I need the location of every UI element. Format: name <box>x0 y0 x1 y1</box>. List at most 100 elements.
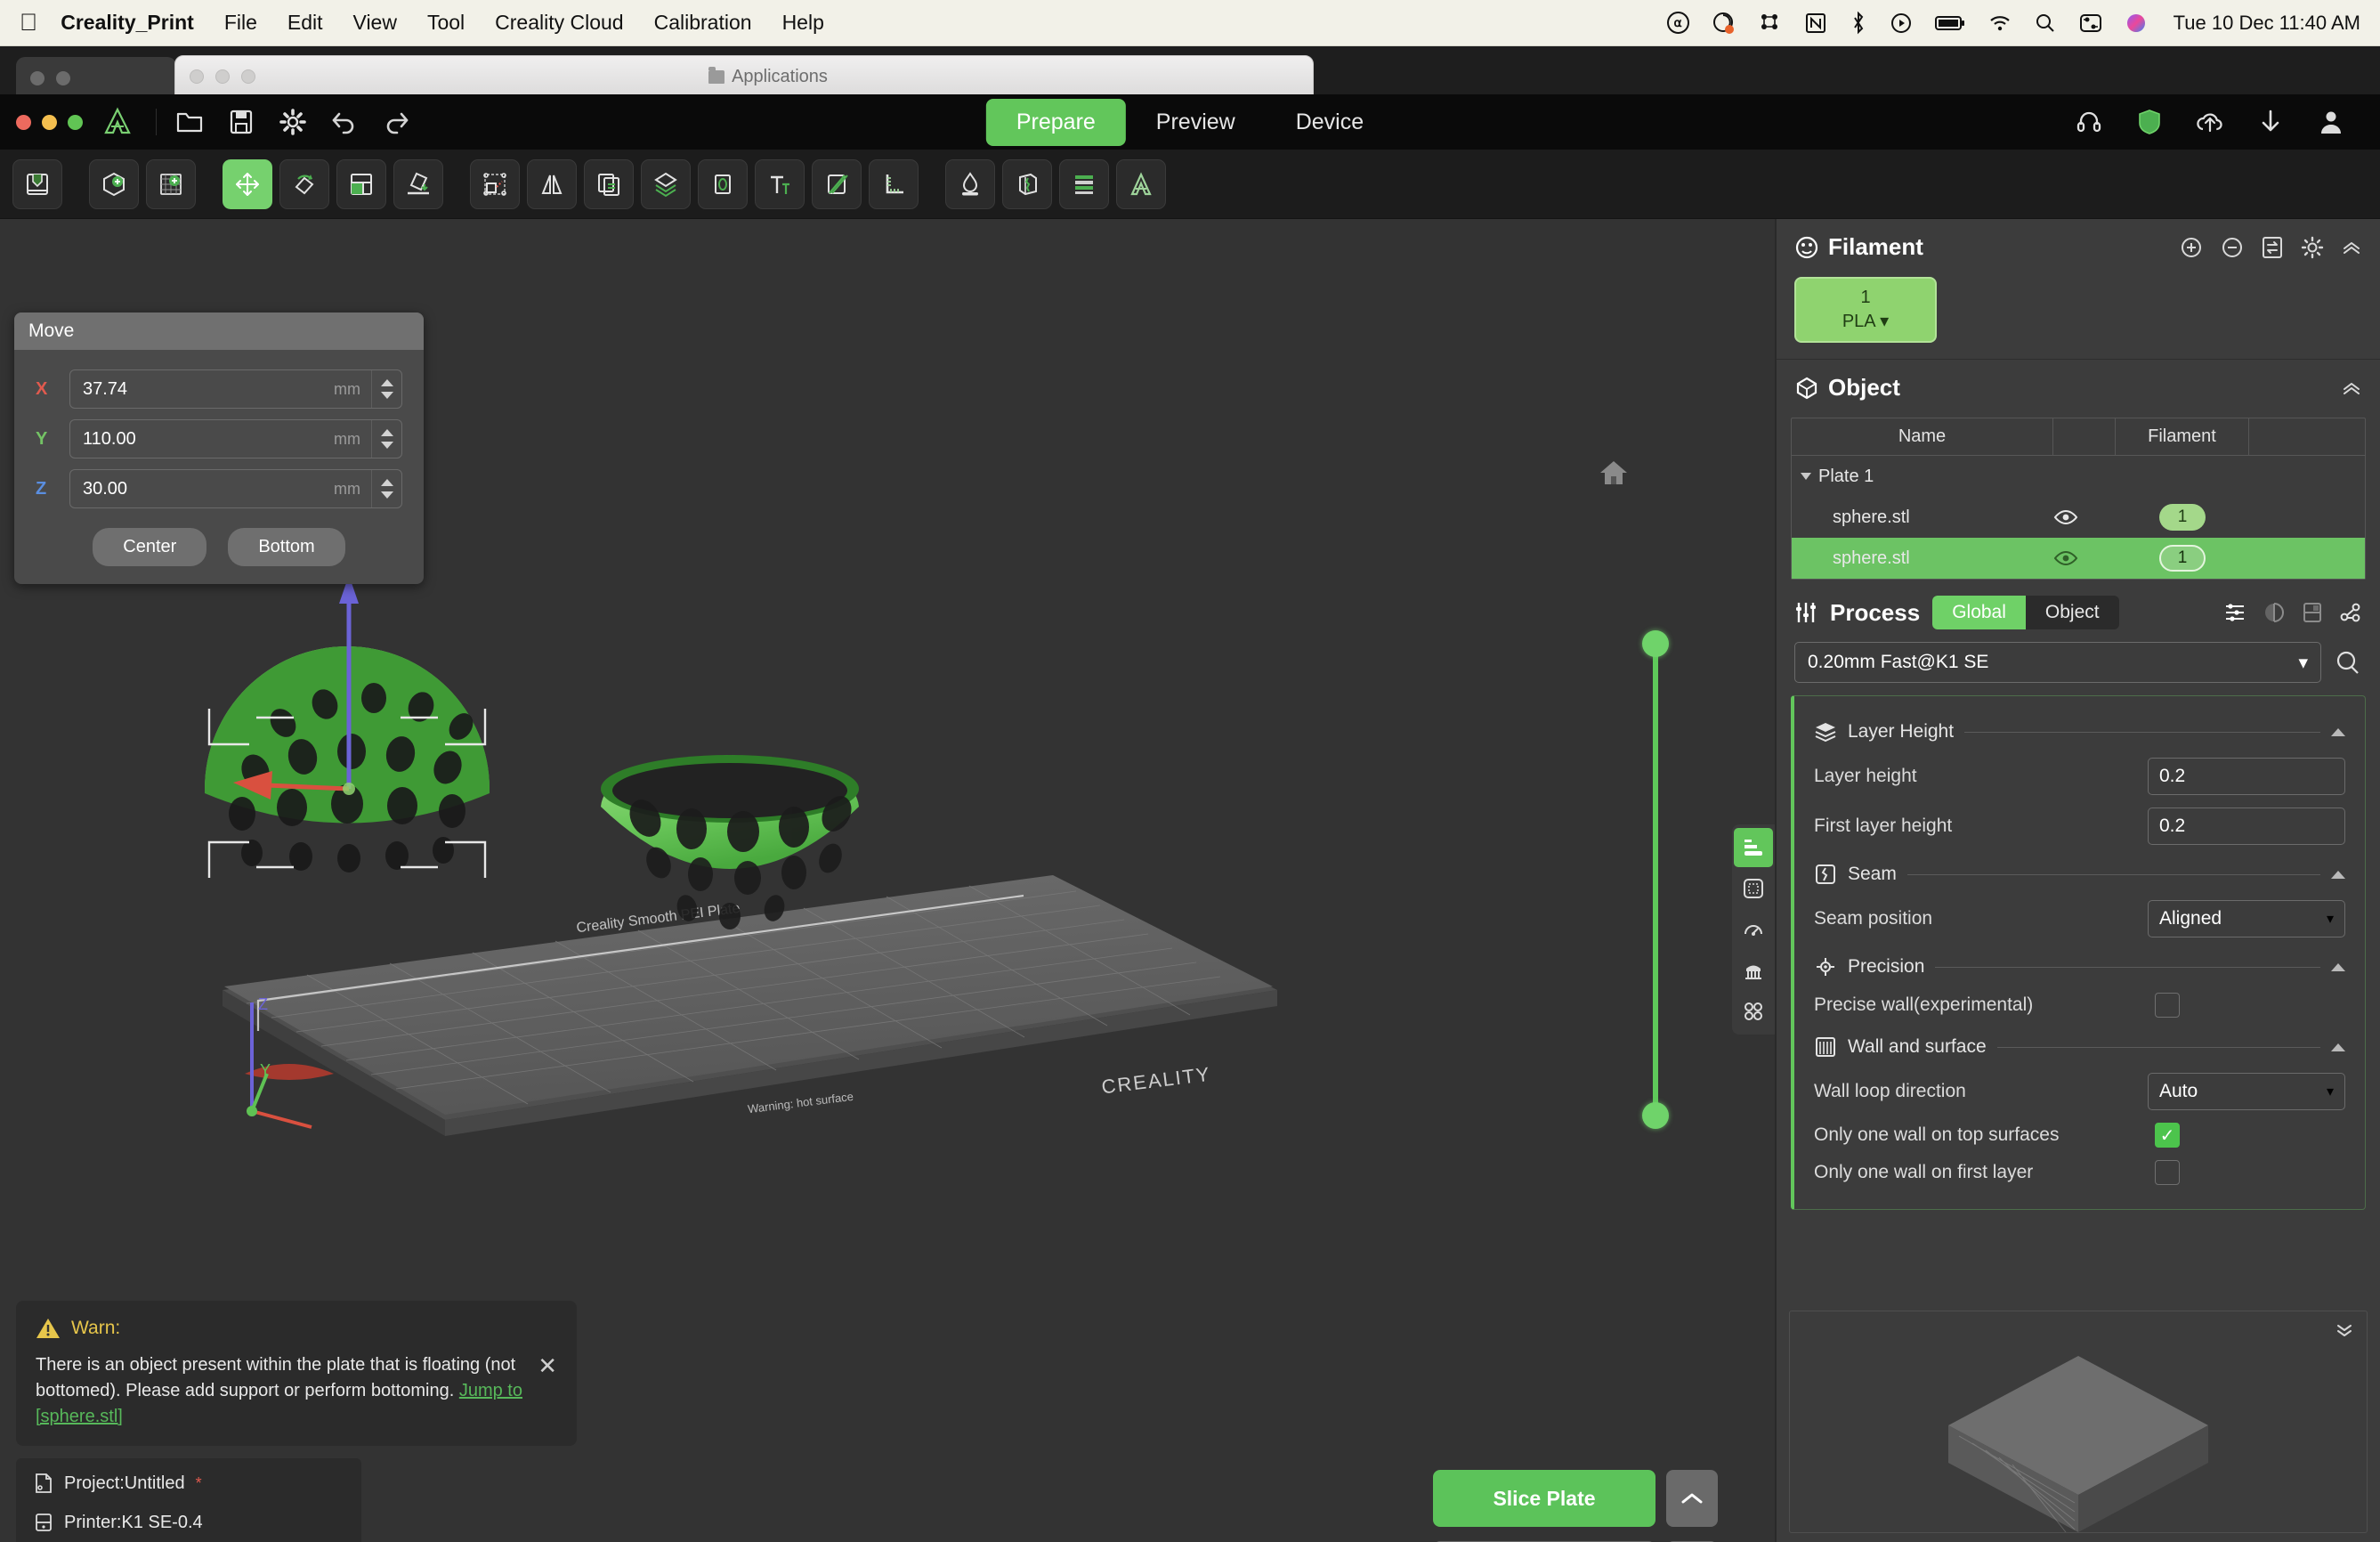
bottom-button[interactable]: Bottom <box>228 528 345 566</box>
text-tool-icon[interactable] <box>755 158 805 209</box>
menu-item-calibration[interactable]: Calibration <box>654 11 752 35</box>
chevron-up-icon[interactable] <box>2331 962 2345 971</box>
apple-icon[interactable]:  <box>20 11 37 35</box>
one-wall-top-surfaces-checkbox[interactable]: ✓ <box>2155 1123 2180 1148</box>
redo-icon[interactable] <box>376 101 417 142</box>
dropbox-icon[interactable] <box>1759 12 1782 34</box>
first-layer-height-input-wrap[interactable]: mm <box>2148 808 2380 845</box>
download-icon[interactable] <box>2254 105 2287 139</box>
open-project-icon[interactable] <box>169 101 210 142</box>
settings-gear-icon[interactable] <box>272 101 313 142</box>
auto-arrange-icon[interactable] <box>470 158 520 209</box>
bluetooth-icon[interactable] <box>1850 11 1867 35</box>
object-filament-cell[interactable]: 1 <box>2116 504 2249 531</box>
slider-handle-top[interactable] <box>1642 630 1669 657</box>
wacom-icon[interactable]: ⍺ <box>1666 12 1689 34</box>
one-wall-first-layer-checkbox[interactable] <box>2155 1160 2180 1185</box>
save-project-icon[interactable] <box>221 101 262 142</box>
table-row-plate[interactable]: Plate 1 <box>1792 456 2365 497</box>
undo-icon[interactable] <box>324 101 365 142</box>
eye-icon[interactable] <box>2053 550 2116 566</box>
move-y-increment-icon[interactable] <box>380 429 393 436</box>
parameter-list-icon[interactable] <box>2223 601 2246 624</box>
chevron-down-icon[interactable]: ▾ <box>2327 910 2344 928</box>
scope-object-tab[interactable]: Object <box>2026 596 2119 629</box>
plate-preview-thumbnail[interactable] <box>1789 1311 2368 1533</box>
rotate-tool-icon[interactable] <box>279 158 329 209</box>
app-close-button[interactable] <box>16 114 31 130</box>
finder-close-dot[interactable] <box>190 69 204 84</box>
table-row[interactable]: sphere.stl 1 <box>1792 538 2365 579</box>
filament-slot-material[interactable]: PLA ▾ <box>1842 310 1889 334</box>
chevron-down-icon[interactable] <box>1801 473 1811 480</box>
menu-item-creality-cloud[interactable]: Creality Cloud <box>495 11 623 35</box>
filament-badge[interactable]: 1 <box>2159 545 2206 572</box>
home-view-icon[interactable] <box>1598 458 1630 488</box>
layer-range-slider[interactable] <box>1653 633 1658 1114</box>
search-icon[interactable] <box>2334 648 2362 677</box>
mirror-icon[interactable] <box>527 158 577 209</box>
wifi-icon[interactable] <box>1988 14 2012 32</box>
add-plate-icon[interactable] <box>146 158 196 209</box>
add-filament-icon[interactable] <box>2179 235 2204 260</box>
seam-painting-icon[interactable] <box>1002 158 1052 209</box>
shield-icon[interactable] <box>2133 105 2166 139</box>
tab-device[interactable]: Device <box>1266 99 1394 146</box>
object-collapse-icon[interactable] <box>2341 378 2362 398</box>
chevron-down-icon[interactable]: ▾ <box>2327 1083 2344 1100</box>
move-z-increment-icon[interactable] <box>380 479 393 486</box>
siri-icon[interactable] <box>2125 12 2147 34</box>
split-icon[interactable] <box>641 158 691 209</box>
menubar-clock[interactable]: Tue 10 Dec 11:40 AM <box>2174 12 2360 35</box>
share-preset-icon[interactable] <box>2339 601 2362 624</box>
menu-item-app[interactable]: Creality_Print <box>61 11 194 35</box>
arrange-grid-icon[interactable] <box>1734 992 1773 1031</box>
save-preset-icon[interactable] <box>2302 601 2323 624</box>
bg-minimize-dot[interactable] <box>56 71 70 85</box>
compare-icon[interactable] <box>2263 601 2286 624</box>
battery-icon[interactable] <box>1934 14 1965 32</box>
finder-minimize-dot[interactable] <box>215 69 230 84</box>
assembly-view-icon[interactable] <box>1116 158 1166 209</box>
selection-box-icon[interactable] <box>1734 869 1773 908</box>
menu-item-help[interactable]: Help <box>782 11 824 35</box>
play-icon[interactable] <box>1890 12 1912 34</box>
notion-icon[interactable] <box>1805 12 1826 34</box>
group-precision[interactable]: Precision <box>1794 944 2365 986</box>
chevrons-down-icon[interactable] <box>2335 1320 2354 1340</box>
collapse-icon[interactable] <box>2341 238 2362 257</box>
group-layer-height[interactable]: Layer Height <box>1794 709 2365 751</box>
chevron-up-icon[interactable] <box>2331 870 2345 879</box>
move-x-stepper[interactable]: mm <box>69 369 402 409</box>
bg-close-dot[interactable] <box>30 71 45 85</box>
spotlight-search-icon[interactable] <box>2035 12 2056 34</box>
move-y-decrement-icon[interactable] <box>380 442 393 449</box>
menu-item-view[interactable]: View <box>353 11 397 35</box>
move-x-increment-icon[interactable] <box>380 379 393 386</box>
finder-window-titlebar[interactable]: Applications <box>174 55 1314 98</box>
chevron-down-icon[interactable]: ▾ <box>2298 652 2308 674</box>
menu-item-edit[interactable]: Edit <box>287 11 323 35</box>
app-zoom-button[interactable] <box>68 114 83 130</box>
move-y-input[interactable] <box>70 428 334 450</box>
move-z-stepper[interactable]: mm <box>69 469 402 508</box>
eye-icon[interactable] <box>2053 509 2116 525</box>
move-tool-icon[interactable] <box>223 158 272 209</box>
seam-position-select[interactable]: Aligned ▾ <box>2148 900 2345 937</box>
chevron-down-icon[interactable]: ▾ <box>1880 312 1889 331</box>
move-z-decrement-icon[interactable] <box>380 491 393 499</box>
add-object-icon[interactable] <box>89 158 139 209</box>
group-wall-and-surface[interactable]: Wall and surface <box>1794 1024 2365 1067</box>
control-center-icon[interactable] <box>2079 13 2102 33</box>
move-x-arrows[interactable] <box>371 370 401 408</box>
move-z-arrows[interactable] <box>371 470 401 507</box>
move-y-arrows[interactable] <box>371 420 401 458</box>
copy-icon[interactable] <box>584 158 634 209</box>
support-painting-icon[interactable] <box>945 158 995 209</box>
first-layer-height-input[interactable] <box>2149 816 2380 837</box>
table-row[interactable]: sphere.stl 1 <box>1792 497 2365 538</box>
filament-badge[interactable]: 1 <box>2159 504 2206 531</box>
close-icon[interactable]: ✕ <box>523 1352 557 1380</box>
chevron-up-icon[interactable] <box>2331 1043 2345 1051</box>
speed-gauge-icon[interactable] <box>1734 910 1773 949</box>
